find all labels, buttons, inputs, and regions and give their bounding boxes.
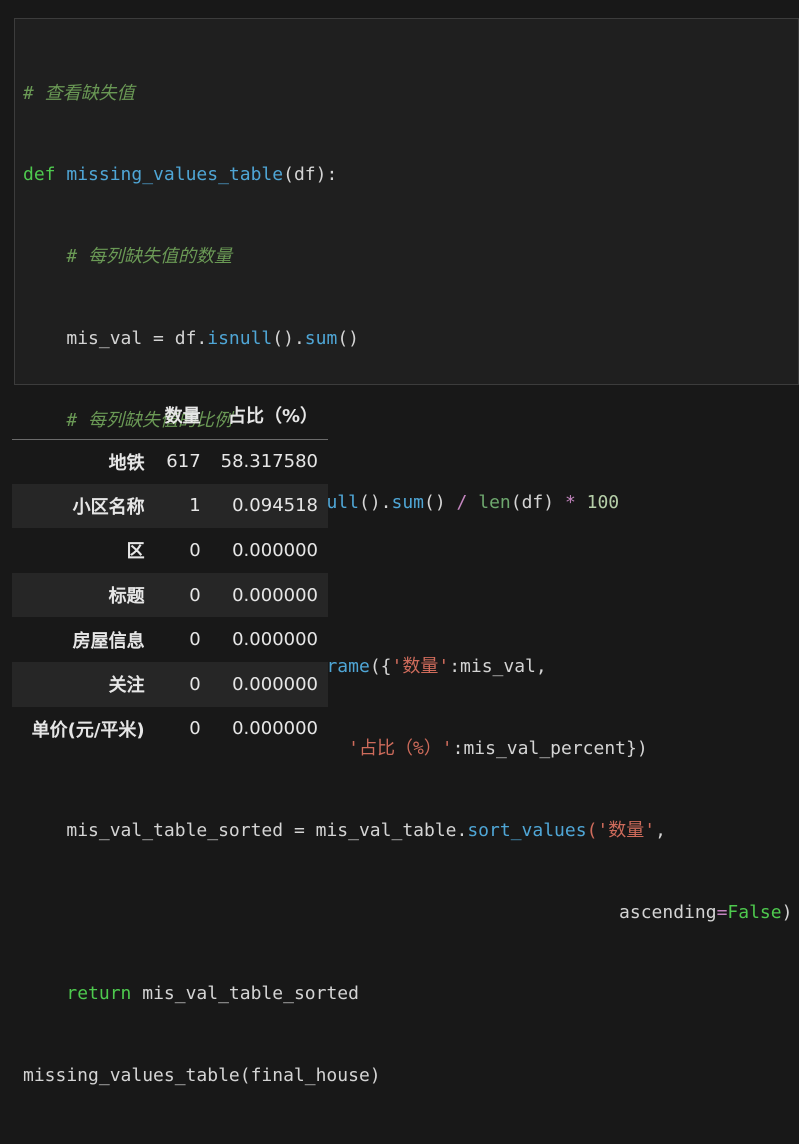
code-line-mis-val: mis_val = df.isnull().sum() xyxy=(23,325,792,352)
code-text: :mis_val_percent xyxy=(452,737,627,759)
cell-count: 0 xyxy=(189,629,201,651)
cell-count: 1 xyxy=(189,495,201,517)
code-text: (). xyxy=(272,328,305,350)
row-index: 区 xyxy=(126,541,145,563)
cell-count: 0 xyxy=(189,673,201,695)
row-index: 小区名称 xyxy=(72,496,145,518)
cell-ratio: 0.000000 xyxy=(232,673,318,695)
code-line-sorted-cont: ascending=False) xyxy=(23,899,792,926)
operator: = xyxy=(716,901,728,923)
code-text: = mis_val_table. xyxy=(283,819,468,841)
code-text: :mis_val, xyxy=(449,655,547,677)
code-text: ({ xyxy=(369,655,392,677)
index-header xyxy=(12,392,155,440)
cell-ratio: 0.000000 xyxy=(232,539,318,561)
code-line-call: missing_values_table(final_house) xyxy=(23,1065,381,1087)
cell-count: 617 xyxy=(166,451,201,473)
table-row: 关注 0 0.000000 xyxy=(12,661,328,707)
variable: mis_val_table_sorted xyxy=(66,819,284,841)
string: '占比（%）' xyxy=(348,737,453,759)
method: sort_values xyxy=(467,819,587,841)
function-name: missing_values_table xyxy=(66,164,284,186)
code-comment: # 查看缺失值 xyxy=(23,82,135,104)
string: '数量' xyxy=(391,655,450,677)
code-text: , xyxy=(655,819,666,841)
cell-ratio: 0.000000 xyxy=(232,584,318,606)
code-cell[interactable]: # 查看缺失值 def missing_values_table(df): # … xyxy=(14,18,799,1086)
code-text: mis_val_table_sorted xyxy=(131,983,359,1005)
cell-output: 数量 占比（%） 地铁 617 58.317580 小区名称 1 0.09451… xyxy=(12,392,328,752)
operator: * xyxy=(564,492,576,514)
table-row: 房屋信息 0 0.000000 xyxy=(12,617,328,662)
method: isnull xyxy=(207,328,273,350)
dataframe-table: 数量 占比（%） 地铁 617 58.317580 小区名称 1 0.09451… xyxy=(12,392,328,752)
boolean: False xyxy=(727,901,782,923)
code-text: }) xyxy=(626,737,648,759)
table-row: 区 0 0.000000 xyxy=(12,528,328,573)
cell-ratio: 58.317580 xyxy=(220,451,318,473)
row-index: 单价(元/平米) xyxy=(31,719,145,741)
method: sum xyxy=(391,492,425,514)
cell-ratio: 0.000000 xyxy=(232,718,318,740)
table-header-row: 数量 占比（%） xyxy=(12,392,328,440)
table-row: 标题 0 0.000000 xyxy=(12,572,328,618)
keyword: return xyxy=(66,983,132,1005)
method: sum xyxy=(304,328,338,350)
number: 100 xyxy=(586,492,620,514)
variable: mis_val xyxy=(66,328,143,350)
row-index: 关注 xyxy=(108,675,145,697)
code-text: (). xyxy=(358,492,392,514)
string: ('数量' xyxy=(586,819,656,841)
table-row: 小区名称 1 0.094518 xyxy=(12,483,328,529)
code-comment: # 每列缺失值的数量 xyxy=(66,246,233,268)
cell-count: 0 xyxy=(189,539,201,561)
row-index: 房屋信息 xyxy=(72,630,145,652)
cell-count: 0 xyxy=(189,718,201,740)
code-line-sorted: mis_val_table_sorted = mis_val_table.sor… xyxy=(23,817,792,844)
cell-ratio: 0.094518 xyxy=(232,495,318,517)
operator: / xyxy=(456,492,468,514)
code-text: (df) xyxy=(510,492,565,514)
builtin: len xyxy=(478,492,511,514)
params: (df): xyxy=(283,164,338,186)
code-line-return: return mis_val_table_sorted xyxy=(23,980,792,1007)
code-text: () xyxy=(337,328,359,350)
keyword: def xyxy=(23,164,56,186)
code-line-def: def missing_values_table(df): xyxy=(23,161,792,188)
row-index: 地铁 xyxy=(108,452,145,474)
column-header-count: 数量 xyxy=(154,392,211,440)
code-text: ) xyxy=(781,901,793,923)
column-header-ratio: 占比（%） xyxy=(210,392,328,440)
row-index: 标题 xyxy=(108,586,145,608)
code-text: () xyxy=(424,492,446,514)
keyword-arg: ascending xyxy=(619,901,717,923)
table-row: 地铁 617 58.317580 xyxy=(12,439,328,484)
code-text: = df. xyxy=(142,328,208,350)
code-line-comment-count: # 每列缺失值的数量 xyxy=(23,243,792,270)
cell-ratio: 0.000000 xyxy=(232,629,318,651)
cell-count: 0 xyxy=(189,584,201,606)
table-row: 单价(元/平米) 0 0.000000 xyxy=(12,706,328,752)
